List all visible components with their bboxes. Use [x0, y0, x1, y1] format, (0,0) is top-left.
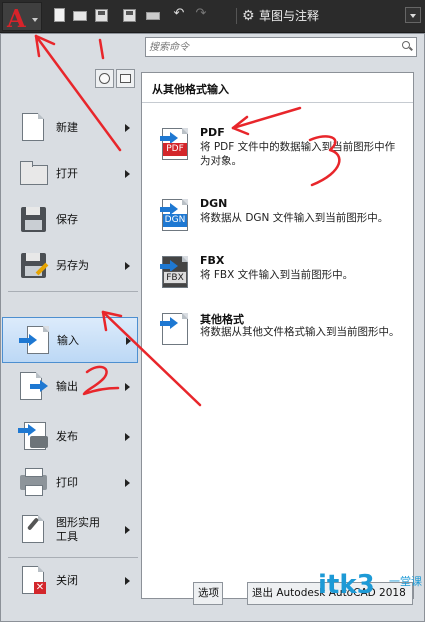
menu-item-export[interactable]: 输出	[4, 364, 137, 410]
menu-item-save[interactable]: 保存	[4, 197, 137, 243]
submenu-arrow-icon	[125, 262, 130, 270]
gear-icon: ⚙	[242, 8, 255, 24]
menu-item-label: 新建	[56, 121, 78, 134]
redo-icon[interactable]: ↷	[193, 6, 209, 23]
submenu-arrow-icon	[125, 479, 130, 487]
menu-item-open[interactable]: 打开	[4, 151, 137, 197]
application-menu-button[interactable]: A	[2, 2, 42, 33]
menu-command-list: 新建 打开 保存 另存为 输入 输出 发布 打印 图形实用 工具 ✕ 关闭	[2, 96, 140, 616]
submenu-arrow-icon	[125, 170, 130, 178]
export-icon	[18, 372, 48, 402]
submenu-arrow-icon	[125, 383, 130, 391]
menu-item-publish[interactable]: 发布	[4, 414, 137, 460]
chevron-down-icon	[32, 18, 38, 22]
flyout-title: 从其他格式输入	[142, 73, 413, 103]
print-icon[interactable]	[145, 7, 161, 23]
autocad-logo-icon: A	[7, 4, 26, 33]
toolbar-divider	[236, 8, 237, 24]
submenu-arrow-icon	[125, 433, 130, 441]
menu-item-print[interactable]: 打印	[4, 460, 137, 506]
search-box[interactable]	[145, 37, 417, 57]
save-as-icon[interactable]	[121, 7, 137, 23]
submenu-arrow-icon	[125, 526, 130, 534]
fbx-tag: FBX	[163, 271, 187, 284]
option-name: FBX	[200, 254, 225, 267]
dgn-tag: DGN	[163, 214, 187, 227]
other-format-import-icon	[160, 313, 190, 347]
recent-documents-button[interactable]	[95, 69, 114, 88]
save-disk-icon	[18, 205, 48, 235]
menu-item-label: 关闭	[56, 574, 78, 587]
itk3-watermark: itk3	[318, 570, 375, 600]
menu-item-label: 打开	[56, 167, 78, 180]
menu-item-import[interactable]: 输入	[2, 317, 138, 363]
workspace-dropdown-button[interactable]	[405, 7, 421, 23]
import-dgn-option[interactable]: DGN DGN 将数据从 DGN 文件输入到当前图形中。	[142, 193, 413, 251]
open-icon[interactable]	[72, 7, 88, 23]
save-as-disk-icon	[18, 251, 49, 281]
import-flyout: 从其他格式输入 PDF PDF 将 PDF 文件中的数据输入到当前图形中作为对象…	[141, 72, 414, 599]
menu-item-close[interactable]: ✕ 关闭	[4, 558, 137, 604]
option-description: 将 FBX 文件输入到当前图形中。	[200, 269, 354, 281]
menu-item-label: 图形实用 工具	[56, 516, 100, 543]
option-name: PDF	[200, 126, 225, 139]
printer-icon	[18, 468, 48, 498]
publish-icon	[18, 422, 48, 452]
menu-item-label: 发布	[56, 430, 78, 443]
workspace-switcher[interactable]: ⚙ 草图与注释	[242, 5, 319, 27]
import-pdf-option[interactable]: PDF PDF 将 PDF 文件中的数据输入到当前图形中作为对象。	[142, 122, 413, 180]
close-document-icon: ✕	[18, 566, 48, 596]
option-description: 将数据从 DGN 文件输入到当前图形中。	[200, 212, 389, 224]
pdf-import-icon: PDF	[160, 128, 190, 162]
search-input[interactable]	[149, 39, 399, 55]
pdf-tag: PDF	[163, 143, 187, 156]
submenu-arrow-icon	[126, 337, 131, 345]
menu-item-new[interactable]: 新建	[4, 105, 137, 151]
open-documents-button[interactable]	[116, 69, 135, 88]
search-icon[interactable]	[402, 41, 413, 52]
save-icon[interactable]	[93, 7, 109, 23]
dgn-import-icon: DGN	[160, 199, 190, 233]
option-name: DGN	[200, 197, 228, 210]
import-other-formats-option[interactable]: 其他格式 将数据从其他文件格式输入到当前图形中。	[142, 307, 413, 365]
watermark-subtitle: 一堂课	[389, 575, 422, 588]
menu-item-drawing-utilities[interactable]: 图形实用 工具	[4, 507, 137, 553]
new-document-icon	[18, 113, 48, 143]
quick-access-toolbar: A ↶ ↷ ⚙ 草图与注释	[0, 0, 425, 33]
submenu-arrow-icon	[125, 124, 130, 132]
application-menu: 新建 打开 保存 另存为 输入	[0, 33, 425, 622]
undo-icon[interactable]: ↶	[171, 6, 187, 23]
menu-item-label: 输入	[57, 334, 79, 347]
menu-item-label: 打印	[56, 476, 78, 489]
workspace-label: 草图与注释	[259, 9, 320, 23]
import-icon	[19, 326, 49, 356]
fbx-import-icon: FBX	[160, 256, 190, 290]
submenu-arrow-icon	[125, 577, 130, 585]
option-description: 将 PDF 文件中的数据输入到当前图形中作为对象。	[200, 141, 396, 167]
import-fbx-option[interactable]: FBX FBX 将 FBX 文件输入到当前图形中。	[142, 250, 413, 308]
menu-item-save-as[interactable]: 另存为	[4, 243, 137, 289]
menu-item-label: 保存	[56, 213, 78, 226]
option-description: 将数据从其他文件格式输入到当前图形中。	[200, 326, 400, 338]
new-icon[interactable]	[51, 7, 67, 23]
open-folder-icon	[18, 159, 48, 189]
menu-item-label: 输出	[56, 380, 78, 393]
menu-divider	[8, 291, 138, 292]
options-button[interactable]: 选项	[193, 582, 223, 605]
menu-item-label: 另存为	[56, 259, 89, 272]
drawing-utilities-icon	[18, 515, 48, 545]
